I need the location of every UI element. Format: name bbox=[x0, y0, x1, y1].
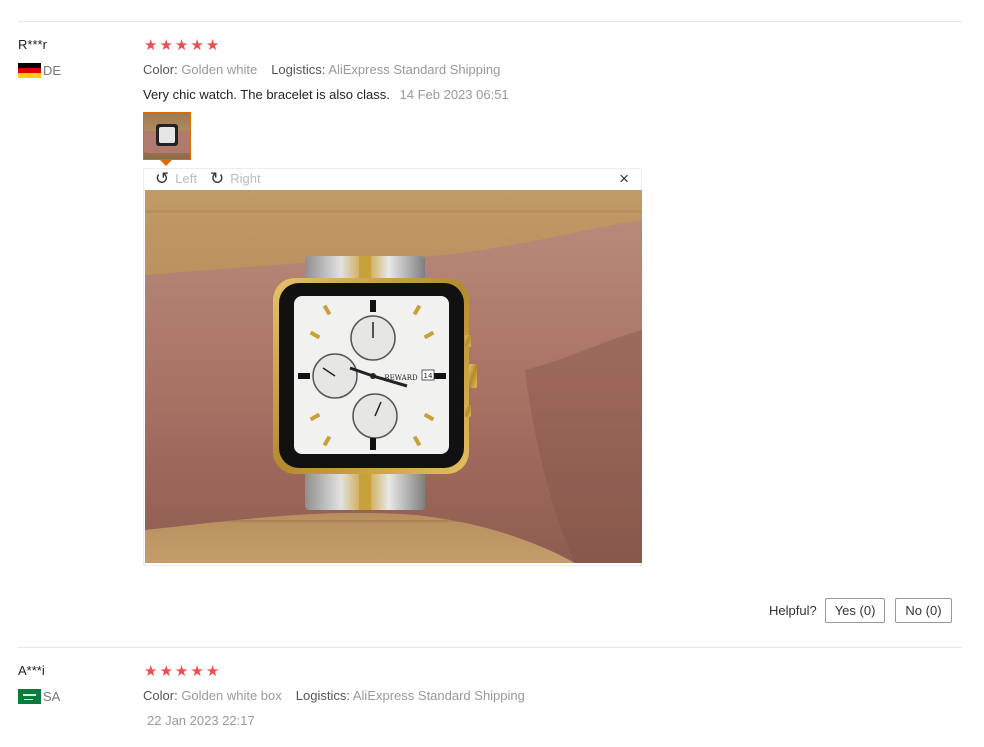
logistics-info: Logistics: AliExpress Standard Shipping bbox=[296, 688, 525, 703]
star-icon: ★ bbox=[205, 663, 220, 680]
review-time: 14 Feb 2023 06:51 bbox=[399, 87, 509, 102]
watch-photo-image: 14 REWARD bbox=[145, 190, 642, 563]
reviewer-name: R***r bbox=[18, 37, 47, 52]
helpful-section: Helpful? Yes (0) No (0) bbox=[769, 598, 952, 623]
helpful-yes-button[interactable]: Yes (0) bbox=[824, 598, 886, 623]
review-photo: 14 REWARD bbox=[145, 190, 642, 563]
helpful-label: Helpful? bbox=[769, 603, 817, 618]
review-divider bbox=[18, 647, 962, 648]
logistics-value: AliExpress Standard Shipping bbox=[352, 688, 525, 703]
svg-text:14: 14 bbox=[424, 372, 433, 380]
star-icon: ★ bbox=[144, 663, 158, 680]
star-icon: ★ bbox=[205, 37, 220, 54]
country-code: SA bbox=[43, 689, 61, 704]
color-info: Color: Golden white bbox=[143, 62, 257, 77]
star-rating: ★ ★ ★ ★ ★ bbox=[144, 664, 219, 679]
review-text: Very chic watch. The bracelet is also cl… bbox=[143, 87, 509, 102]
star-icon: ★ bbox=[174, 663, 189, 680]
country-code: DE bbox=[43, 63, 62, 78]
star-icon: ★ bbox=[159, 37, 173, 54]
rotate-right-icon: ↻ bbox=[210, 169, 225, 188]
rotate-left-label: Left bbox=[175, 171, 197, 186]
viewer-toolbar: ↺ Left ↻ Right × bbox=[144, 169, 641, 189]
logistics-label: Logistics: bbox=[271, 62, 326, 77]
rotate-left-icon: ↺ bbox=[155, 169, 170, 188]
star-icon: ★ bbox=[144, 37, 158, 54]
reviewer-country: SA bbox=[18, 689, 60, 704]
rotate-right-label: Right bbox=[230, 171, 261, 186]
saudi-arabia-flag-icon bbox=[18, 689, 41, 704]
watch-brand-text: REWARD bbox=[384, 374, 418, 382]
top-divider bbox=[18, 21, 962, 22]
color-value: Golden white box bbox=[181, 688, 282, 703]
star-rating: ★ ★ ★ ★ ★ bbox=[144, 38, 219, 53]
review-time: 22 Jan 2023 22:17 bbox=[147, 713, 255, 728]
germany-flag-icon bbox=[18, 63, 41, 78]
helpful-no-button[interactable]: No (0) bbox=[895, 598, 952, 623]
logistics-label: Logistics: bbox=[295, 688, 350, 703]
rotate-left-button[interactable]: ↺ Left bbox=[155, 170, 197, 187]
star-icon: ★ bbox=[190, 37, 204, 54]
color-label: Color: bbox=[143, 62, 178, 77]
review-photo-thumbnail[interactable] bbox=[143, 112, 191, 160]
review-sku-info: Color: Golden white box Logistics: AliEx… bbox=[143, 688, 525, 703]
photo-viewer: ↺ Left ↻ Right × 14 REWARD bbox=[143, 168, 642, 566]
color-info: Color: Golden white box bbox=[143, 688, 282, 703]
color-label: Color: bbox=[143, 688, 178, 703]
close-icon[interactable]: × bbox=[619, 169, 629, 189]
reviewer-country: DE bbox=[18, 63, 61, 78]
feedback-text: Very chic watch. The bracelet is also cl… bbox=[143, 87, 390, 102]
rotate-right-button[interactable]: ↻ Right bbox=[210, 170, 261, 187]
star-icon: ★ bbox=[159, 663, 173, 680]
logistics-value: AliExpress Standard Shipping bbox=[328, 62, 501, 77]
star-icon: ★ bbox=[190, 663, 204, 680]
review-sku-info: Color: Golden white Logistics: AliExpres… bbox=[143, 62, 500, 77]
reviewer-name: A***i bbox=[18, 663, 45, 678]
logistics-info: Logistics: AliExpress Standard Shipping bbox=[271, 62, 500, 77]
thumbnail-active-indicator bbox=[160, 160, 172, 166]
color-value: Golden white bbox=[181, 62, 258, 77]
star-icon: ★ bbox=[174, 37, 189, 54]
